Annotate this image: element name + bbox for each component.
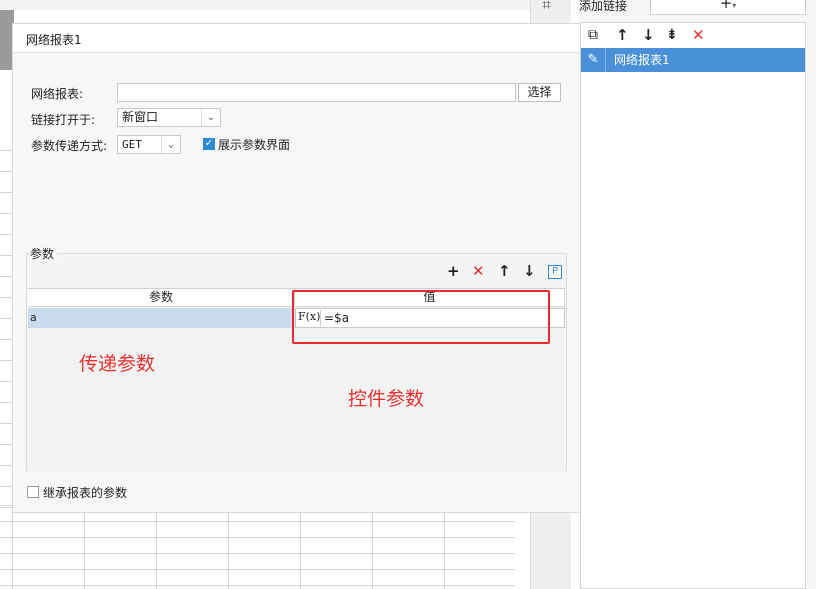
- move-down-icon[interactable]: ↓: [523, 263, 536, 279]
- spreadsheet-grid: [0, 505, 515, 589]
- chevron-down-icon[interactable]: ⌄: [161, 136, 180, 153]
- list-item[interactable]: ✎ 网络报表1: [581, 48, 805, 72]
- move-up-icon[interactable]: ↑: [616, 27, 629, 43]
- method-label: 参数传递方式:: [31, 139, 108, 153]
- show-params-label: 展示参数界面: [218, 138, 291, 152]
- link-list: [580, 22, 806, 589]
- inherit-params-checkbox[interactable]: [27, 486, 39, 498]
- select-button[interactable]: 选择: [518, 83, 561, 102]
- hyperlink-dialog: 网络报表1 网络报表: 选择 链接打开于: 新窗口 ⌄ 参数传递方式: GET …: [12, 23, 580, 513]
- toolbar-strip: [0, 0, 530, 10]
- column-header-param: 参数: [28, 289, 295, 307]
- param-p-button[interactable]: P: [548, 265, 562, 279]
- add-link-button[interactable]: +▾: [650, 0, 806, 15]
- pass-params-annotation: 传递参数: [79, 353, 156, 375]
- chevron-down-icon[interactable]: ⌄: [201, 109, 220, 126]
- control-params-annotation: 控件参数: [348, 388, 425, 410]
- open-in-label: 链接打开于:: [31, 113, 96, 127]
- highlight-box: [292, 290, 550, 344]
- move-down-icon[interactable]: ↓: [642, 27, 655, 43]
- copy-icon[interactable]: ⧉: [588, 27, 598, 43]
- method-select[interactable]: GET ⌄: [117, 135, 181, 154]
- move-up-icon[interactable]: ↑: [498, 263, 511, 279]
- pencil-icon[interactable]: ✎: [581, 48, 606, 72]
- plus-icon: +: [719, 0, 733, 12]
- sheet-left-grid: [0, 150, 12, 510]
- delete-link-icon[interactable]: ✕: [692, 27, 705, 43]
- open-in-select[interactable]: 新窗口 ⌄: [117, 108, 221, 127]
- add-link-label: 添加链接: [579, 0, 628, 13]
- delete-param-icon[interactable]: ✕: [472, 263, 485, 279]
- grid-icon[interactable]: ⌗: [542, 0, 551, 13]
- tab-network-report[interactable]: 网络报表1: [13, 24, 579, 53]
- method-value: GET: [122, 138, 142, 151]
- move-bottom-icon[interactable]: ⇟: [666, 27, 678, 43]
- report-path-input[interactable]: [117, 83, 516, 102]
- open-in-value: 新窗口: [122, 110, 159, 124]
- tab-label: 网络报表1: [26, 33, 82, 47]
- dropdown-caret-icon: ▾: [732, 1, 737, 10]
- show-params-checkbox[interactable]: ✓: [203, 138, 215, 150]
- inherit-params-label: 继承报表的参数: [43, 486, 128, 500]
- params-group-title: 参数: [30, 245, 58, 262]
- add-param-icon[interactable]: +: [447, 263, 460, 279]
- param-name-cell[interactable]: a: [28, 308, 295, 328]
- link-name: 网络报表1: [614, 53, 670, 67]
- report-label: 网络报表:: [31, 87, 84, 101]
